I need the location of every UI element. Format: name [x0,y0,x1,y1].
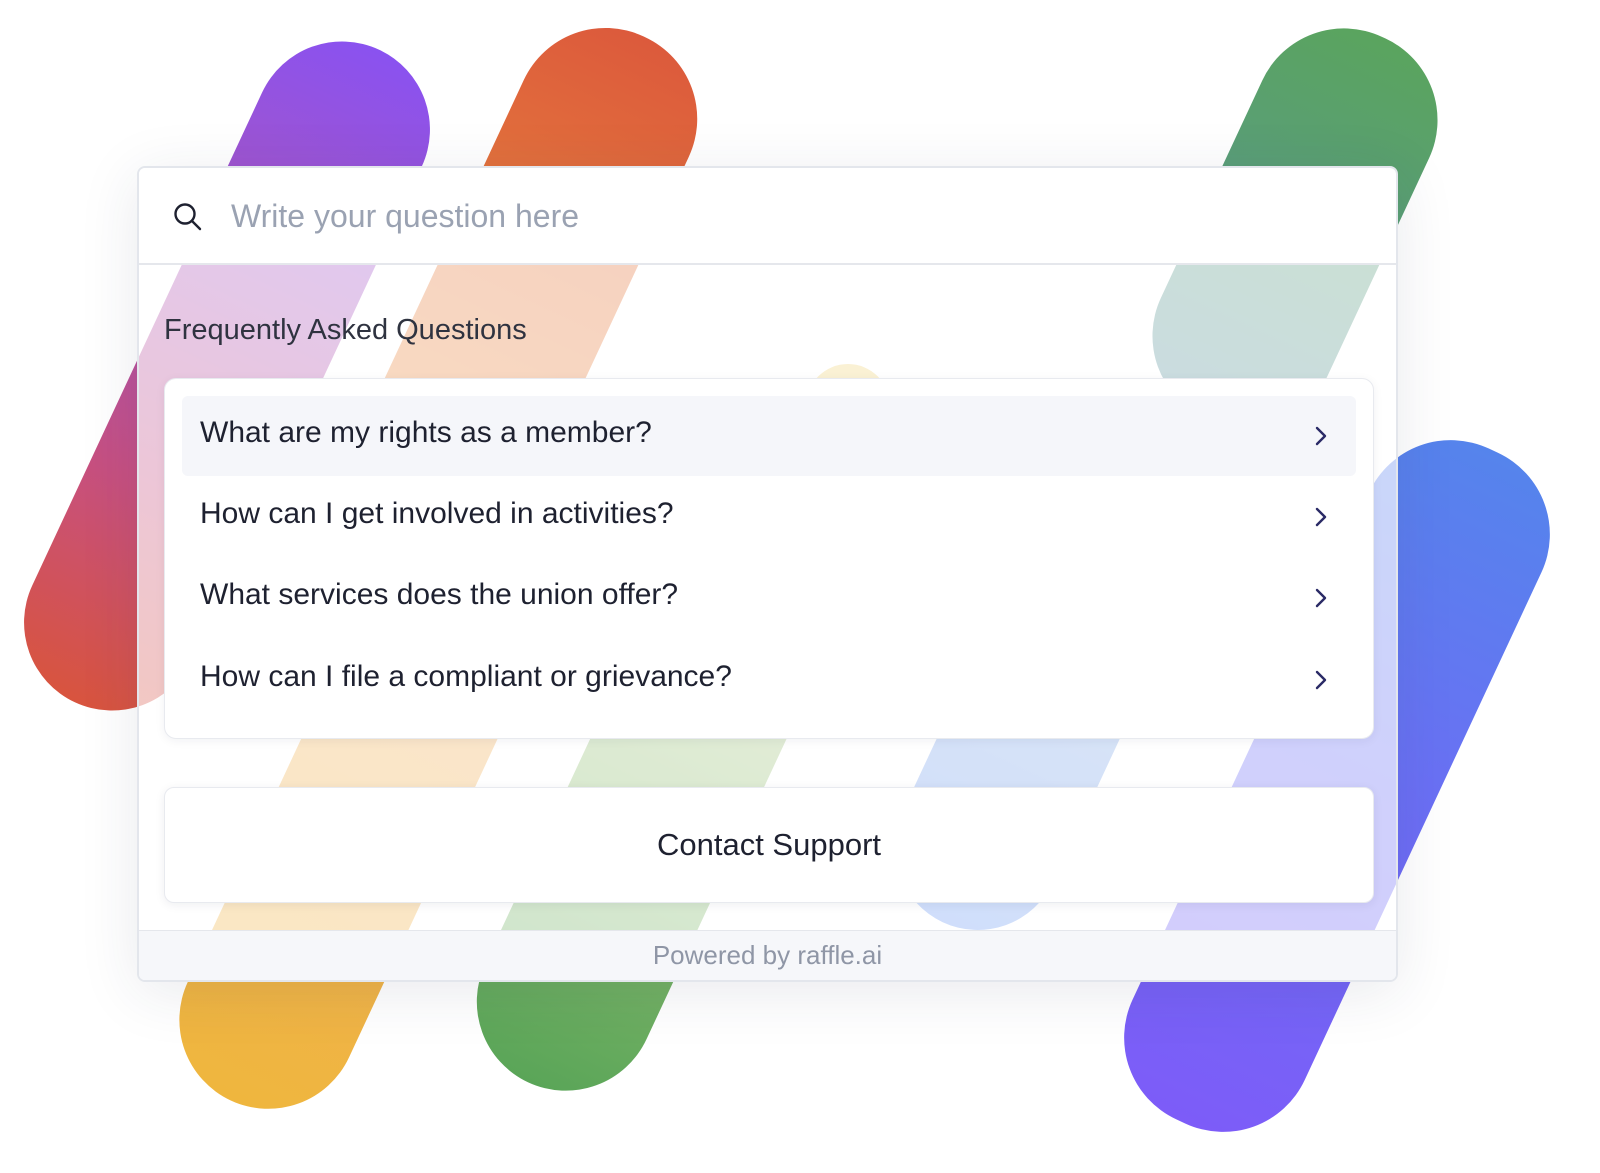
chevron-right-icon [1309,668,1333,692]
powered-by-link[interactable]: Powered by raffle.ai [653,940,882,971]
search-input[interactable] [231,190,1331,242]
faq-item[interactable]: How can I get involved in activities? [182,477,1356,557]
faq-heading: Frequently Asked Questions [164,314,527,346]
faq-item-label: What services does the union offer? [200,578,679,611]
faq-item[interactable]: How can I file a compliant or grievance? [182,640,1356,720]
faq-item[interactable]: What services does the union offer? [182,558,1356,638]
chevron-right-icon [1309,586,1333,610]
search-bar [139,168,1396,265]
faq-item-label: How can I get involved in activities? [200,497,674,530]
faq-list: What are my rights as a member? How can … [164,378,1374,739]
chevron-right-icon [1309,424,1333,448]
faq-item[interactable]: What are my rights as a member? [182,396,1356,476]
faq-widget: Frequently Asked Questions What are my r… [137,166,1398,982]
chevron-right-icon [1309,505,1333,529]
faq-item-label: What are my rights as a member? [200,416,652,449]
footer: Powered by raffle.ai [139,930,1396,980]
search-icon[interactable] [172,201,204,233]
contact-support-button[interactable]: Contact Support [164,787,1374,903]
faq-item-label: How can I file a compliant or grievance? [200,660,732,693]
